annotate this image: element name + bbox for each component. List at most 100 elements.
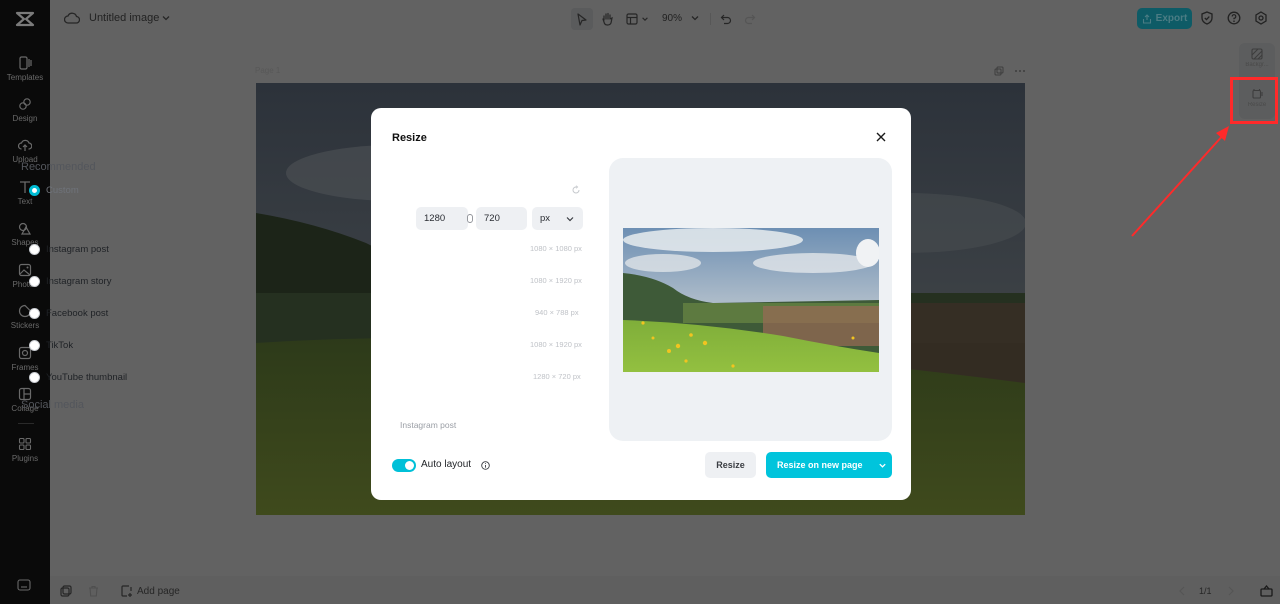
resize-on-new-page-button[interactable]: Resize on new page [766, 452, 892, 478]
social-media-heading: Social media [21, 399, 84, 411]
redo-icon [744, 14, 756, 25]
shield-icon[interactable] [1200, 11, 1214, 25]
undo-button[interactable] [718, 8, 734, 30]
option-label: Custom [46, 184, 79, 196]
resize-on-new-page-label: Resize on new page [777, 460, 863, 470]
document-title[interactable]: Untitled image [89, 12, 159, 24]
pointer-icon [577, 12, 587, 26]
redo-button[interactable] [742, 8, 758, 30]
option-instagram-post[interactable]: Instagram post [29, 241, 585, 257]
templates-icon [19, 56, 32, 70]
frame-view-icon [1260, 585, 1273, 597]
zoom-chevron-down-icon[interactable] [690, 13, 700, 23]
select-tool-button[interactable] [571, 8, 593, 30]
chevron-down-icon [878, 463, 886, 468]
radio-selected[interactable] [29, 184, 40, 196]
radio-unselected[interactable] [29, 275, 40, 287]
chevron-right-icon [1228, 586, 1234, 596]
unit-select[interactable]: px [532, 207, 583, 230]
option-dimensions: 1080 × 1920 px [530, 276, 582, 285]
social-media-item[interactable]: Instagram post [400, 420, 456, 430]
sidebar-label: Design [12, 114, 38, 123]
chevron-down-icon [566, 216, 574, 221]
option-label: Facebook post [46, 307, 109, 319]
radio-unselected[interactable] [29, 371, 40, 383]
option-custom[interactable]: Custom [29, 182, 215, 198]
resize-button[interactable]: Resize [705, 452, 756, 478]
width-input[interactable] [416, 207, 468, 230]
option-dimensions: 940 × 788 px [535, 308, 579, 317]
hand-icon [601, 12, 613, 26]
sidebar-item-design[interactable]: Design [0, 95, 50, 133]
more-options-icon[interactable] [1014, 66, 1026, 76]
sidebar-label: Text [17, 197, 33, 206]
option-label: Instagram post [46, 243, 109, 255]
option-youtube-thumbnail[interactable]: YouTube thumbnail [29, 369, 215, 385]
export-button[interactable]: Export [1137, 8, 1192, 29]
dialog-title: Resize [392, 132, 427, 144]
option-tiktok[interactable]: TikTok [29, 337, 215, 353]
option-label: Instagram story [46, 275, 112, 287]
option-facebook-post[interactable]: Facebook post [29, 305, 215, 321]
preview-image [623, 228, 879, 372]
cloud-sync-icon[interactable] [64, 11, 80, 25]
zoom-level[interactable]: 90% [662, 13, 682, 24]
add-page-button[interactable]: Add page [121, 584, 180, 598]
option-dimensions: 1080 × 1920 px [530, 340, 582, 349]
auto-layout-toggle[interactable] [392, 459, 416, 472]
settings-gear-icon[interactable] [1254, 11, 1268, 25]
export-icon [1142, 13, 1151, 24]
shapes-icon [18, 222, 32, 235]
hand-tool-button[interactable] [597, 8, 617, 30]
more-resize-options-button[interactable] [872, 452, 892, 478]
reset-icon[interactable] [571, 185, 581, 195]
next-page-button[interactable] [1227, 584, 1235, 598]
layout-menu-button[interactable] [624, 8, 650, 30]
sidebar-label: Plugins [11, 454, 39, 463]
chevron-down-icon [641, 17, 648, 21]
undo-icon [720, 14, 732, 25]
close-icon[interactable] [874, 130, 888, 144]
option-label: TikTok [46, 339, 74, 351]
height-input[interactable] [476, 207, 527, 230]
page-actions [994, 66, 1026, 76]
toolbar-divider [710, 13, 711, 25]
export-label: Export [1155, 13, 1188, 24]
sidebar-label: Templates [6, 73, 44, 82]
layout-icon [625, 13, 638, 25]
info-icon[interactable] [481, 461, 490, 470]
fit-view-button[interactable] [1260, 584, 1273, 598]
recommended-heading: Recommended [21, 161, 96, 173]
chevron-left-icon [1179, 586, 1185, 596]
add-page-icon [121, 585, 132, 597]
page-counter: 1/1 [1199, 586, 1212, 596]
chevron-down-icon[interactable] [161, 13, 171, 23]
radio-unselected[interactable] [29, 339, 40, 351]
upload-icon [18, 139, 32, 151]
option-dimensions: 1280 × 720 px [533, 372, 581, 381]
background-icon [1251, 48, 1263, 60]
delete-page-button[interactable] [88, 584, 99, 598]
sidebar-item-plugins[interactable]: Plugins [0, 435, 50, 473]
sidebar-divider [18, 423, 34, 424]
option-dimensions: 1080 × 1080 px [530, 244, 582, 253]
duplicate-page-icon[interactable] [994, 66, 1004, 76]
radio-unselected[interactable] [29, 243, 40, 255]
keyboard-shortcuts-icon[interactable] [17, 579, 31, 591]
sidebar-label: Stickers [10, 321, 40, 330]
radio-unselected[interactable] [29, 307, 40, 319]
help-icon[interactable] [1227, 11, 1241, 25]
option-label: YouTube thumbnail [46, 371, 128, 383]
unit-value: px [540, 213, 551, 224]
prev-page-button[interactable] [1178, 584, 1186, 598]
plugins-icon [18, 437, 32, 451]
aspect-lock-icon[interactable] [467, 214, 473, 223]
option-instagram-story[interactable]: Instagram story [29, 273, 215, 289]
auto-layout-label: Auto layout [421, 459, 472, 470]
trash-icon [89, 585, 98, 597]
page-manager-button[interactable] [60, 584, 72, 598]
background-label: Backgr... [1245, 62, 1269, 68]
capcut-logo-icon[interactable] [14, 10, 36, 28]
sidebar-item-templates[interactable]: Templates [0, 54, 50, 92]
highlight-annotation-box [1230, 77, 1278, 124]
